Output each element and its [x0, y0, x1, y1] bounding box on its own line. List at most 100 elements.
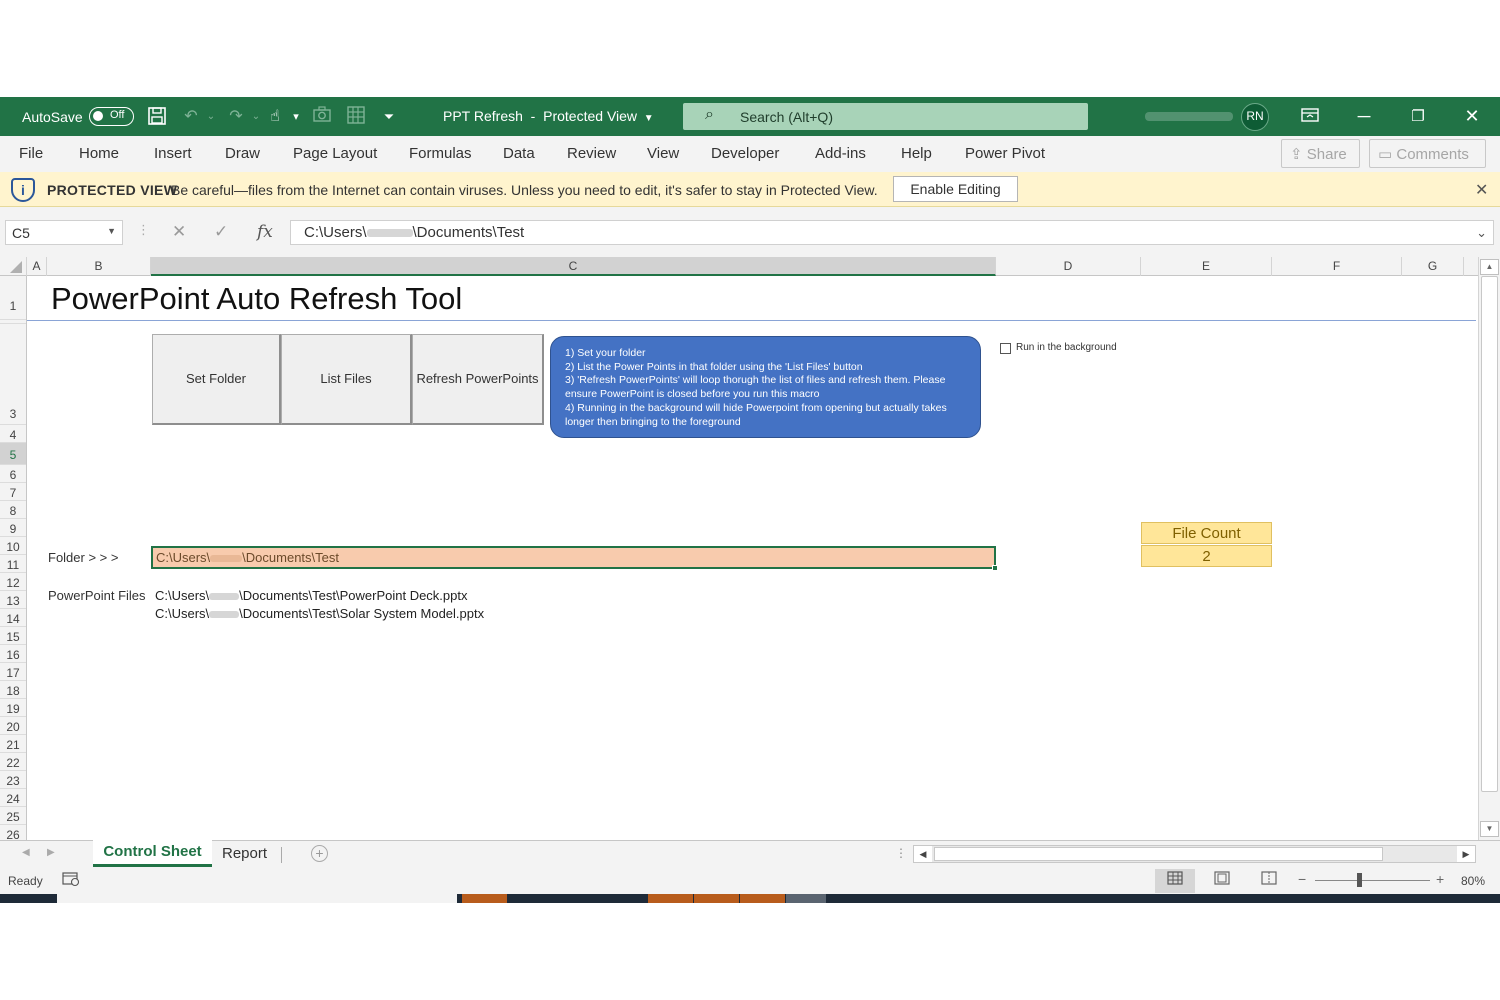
- close-icon[interactable]: ✕: [1445, 97, 1499, 136]
- horizontal-scrollbar[interactable]: ◀ ▶: [913, 845, 1476, 863]
- confirm-entry-icon[interactable]: ✓: [214, 222, 228, 242]
- scroll-left-icon[interactable]: ◀: [914, 846, 932, 862]
- prev-sheet-icon[interactable]: ◀: [22, 847, 30, 858]
- tab-review[interactable]: Review: [567, 145, 616, 162]
- minimize-icon[interactable]: ─: [1337, 97, 1391, 136]
- instructions-box[interactable]: 1) Set your folder 2) List the Power Poi…: [550, 336, 981, 438]
- row-header[interactable]: 22: [0, 753, 26, 771]
- run-in-background-checkbox[interactable]: [1000, 343, 1011, 354]
- touch-mode-icon[interactable]: ☝: [264, 106, 286, 128]
- row-header[interactable]: 19: [0, 699, 26, 717]
- row-header[interactable]: 24: [0, 789, 26, 807]
- row-header[interactable]: 9: [0, 519, 26, 537]
- next-sheet-icon[interactable]: ▶: [47, 847, 55, 858]
- tab-draw[interactable]: Draw: [225, 145, 260, 162]
- tab-data[interactable]: Data: [503, 145, 535, 162]
- zoom-slider[interactable]: [1315, 880, 1430, 881]
- insert-function-icon[interactable]: fx: [257, 222, 273, 242]
- row-header[interactable]: 4: [0, 425, 26, 443]
- column-header-e[interactable]: E: [1141, 257, 1272, 276]
- column-header-f[interactable]: F: [1272, 257, 1402, 276]
- file-count-label[interactable]: File Count: [1141, 522, 1272, 544]
- column-header-d[interactable]: D: [996, 257, 1141, 276]
- tab-power-pivot[interactable]: Power Pivot: [965, 145, 1045, 162]
- row-header[interactable]: 7: [0, 483, 26, 501]
- autosave-toggle[interactable]: Off: [89, 107, 134, 126]
- ribbon-display-options-icon[interactable]: [1283, 97, 1337, 136]
- row-header[interactable]: 6: [0, 465, 26, 483]
- formula-input[interactable]: C:\Users\ \Documents\Test ⌄: [290, 220, 1494, 245]
- scroll-right-icon[interactable]: ▶: [1457, 846, 1475, 862]
- scroll-up-icon[interactable]: ▲: [1480, 259, 1499, 275]
- enable-editing-button[interactable]: Enable Editing: [893, 176, 1018, 202]
- vertical-scroll-thumb[interactable]: [1481, 276, 1498, 792]
- vertical-scrollbar[interactable]: ▲ ▼: [1478, 257, 1500, 840]
- row-header[interactable]: 14: [0, 609, 26, 627]
- expand-formula-icon[interactable]: ⌄: [1476, 225, 1487, 241]
- more-options-icon[interactable]: ⋮: [137, 222, 150, 238]
- normal-view-icon[interactable]: [1155, 869, 1195, 893]
- row-header[interactable]: 20: [0, 717, 26, 735]
- row-header[interactable]: 21: [0, 735, 26, 753]
- row-header[interactable]: 10: [0, 537, 26, 555]
- zoom-in-icon[interactable]: +: [1436, 871, 1444, 887]
- name-box-dropdown-icon[interactable]: ▼: [107, 226, 116, 236]
- tab-help[interactable]: Help: [901, 145, 932, 162]
- tab-page-layout[interactable]: Page Layout: [293, 145, 377, 162]
- accessibility-icon[interactable]: [62, 871, 80, 889]
- column-header-a[interactable]: A: [27, 257, 47, 276]
- page-layout-view-icon[interactable]: [1202, 869, 1242, 893]
- tab-developer[interactable]: Developer: [711, 145, 779, 162]
- row-header[interactable]: 1: [0, 276, 26, 320]
- column-header-g[interactable]: G: [1402, 257, 1464, 276]
- file-list-item[interactable]: C:\Users\ \Documents\Test\Solar System Mo…: [155, 606, 484, 621]
- powerpoint-files-label[interactable]: PowerPoint Files: [48, 588, 146, 603]
- fill-handle[interactable]: [992, 565, 998, 571]
- customize-toolbar-icon[interactable]: ⏷: [378, 106, 400, 128]
- undo-icon[interactable]: ↶: [180, 106, 202, 128]
- restore-icon[interactable]: ❐: [1391, 97, 1445, 136]
- tab-add-ins[interactable]: Add-ins: [815, 145, 866, 162]
- name-box[interactable]: C5 ▼: [5, 220, 123, 245]
- row-header[interactable]: 18: [0, 681, 26, 699]
- row-header[interactable]: 25: [0, 807, 26, 825]
- share-button[interactable]: ⇪ Share: [1281, 139, 1360, 168]
- row-header[interactable]: 13: [0, 591, 26, 609]
- tab-view[interactable]: View: [647, 145, 679, 162]
- horizontal-scroll-thumb[interactable]: [934, 847, 1383, 861]
- sheet-tab-report[interactable]: Report: [222, 845, 267, 862]
- row-header[interactable]: 8: [0, 501, 26, 519]
- document-title[interactable]: PPT Refresh - Protected View ▼: [443, 108, 654, 124]
- row-header[interactable]: 16: [0, 645, 26, 663]
- scroll-down-icon[interactable]: ▼: [1480, 821, 1499, 837]
- close-bar-icon[interactable]: ✕: [1475, 180, 1488, 200]
- row-header[interactable]: 11: [0, 555, 26, 573]
- row-header[interactable]: 26: [0, 825, 26, 840]
- table-icon[interactable]: [345, 106, 367, 128]
- cancel-entry-icon[interactable]: ✕: [172, 222, 186, 242]
- column-header-c[interactable]: C: [151, 257, 996, 276]
- tab-file[interactable]: File: [19, 145, 43, 162]
- row-header[interactable]: 12: [0, 573, 26, 591]
- tab-home[interactable]: Home: [79, 145, 119, 162]
- column-header-b[interactable]: B: [47, 257, 151, 276]
- file-list-item[interactable]: C:\Users\ \Documents\Test\PowerPoint Deck…: [155, 588, 468, 603]
- list-files-button[interactable]: List Files: [281, 334, 412, 425]
- zoom-slider-thumb[interactable]: [1357, 873, 1362, 887]
- row-header[interactable]: 23: [0, 771, 26, 789]
- row-header[interactable]: 5: [0, 443, 26, 465]
- touch-dropdown-icon[interactable]: ▾: [285, 106, 307, 128]
- folder-path-cell[interactable]: C:\Users\ \Documents\Test: [151, 546, 998, 571]
- set-folder-button[interactable]: Set Folder: [152, 334, 281, 425]
- undo-dropdown-icon[interactable]: ⌄: [200, 106, 222, 128]
- split-handle-icon[interactable]: ⋮: [895, 846, 907, 860]
- redo-icon[interactable]: ↷: [225, 106, 247, 128]
- comments-button[interactable]: ▭ Comments: [1369, 139, 1486, 168]
- folder-label[interactable]: Folder > > >: [48, 550, 118, 565]
- add-sheet-icon[interactable]: +: [311, 845, 328, 862]
- row-header[interactable]: 3: [0, 324, 26, 425]
- camera-icon[interactable]: [311, 106, 333, 128]
- zoom-out-icon[interactable]: −: [1298, 871, 1306, 887]
- file-count-value[interactable]: 2: [1141, 545, 1272, 567]
- page-break-view-icon[interactable]: [1249, 869, 1289, 893]
